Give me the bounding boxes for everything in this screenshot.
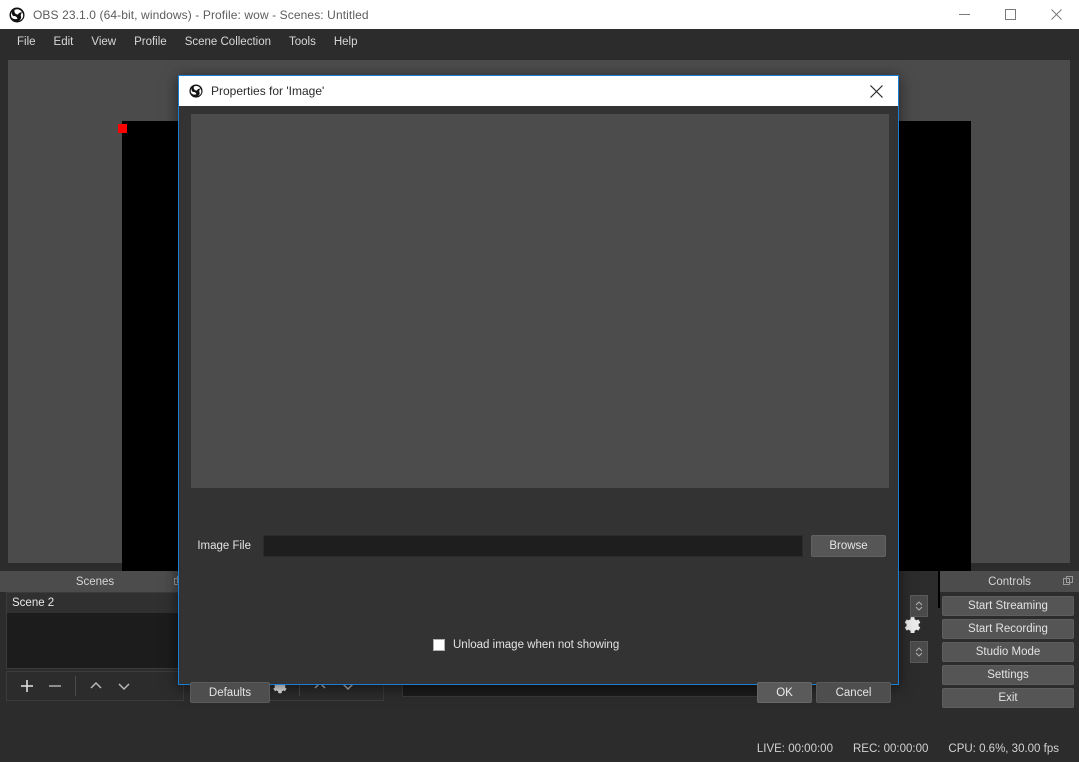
menubar: File Edit View Profile Scene Collection …	[0, 29, 1079, 54]
obs-logo-icon	[9, 7, 25, 23]
studio-mode-button[interactable]: Studio Mode	[942, 642, 1074, 662]
image-file-input[interactable]	[263, 535, 803, 557]
menu-view[interactable]: View	[82, 33, 125, 51]
browse-button[interactable]: Browse	[811, 535, 886, 557]
app-titlebar: OBS 23.1.0 (64-bit, windows) - Profile: …	[0, 0, 1079, 29]
rec-timer: REC: 00:00:00	[852, 743, 929, 755]
dialog-body: Image File Browse Unload image when not …	[179, 106, 898, 703]
maximize-icon[interactable]	[987, 0, 1033, 29]
minimize-icon[interactable]	[941, 0, 987, 29]
controls-dock-title-label: Controls	[988, 575, 1031, 588]
unload-image-checkbox-row[interactable]: Unload image when not showing	[433, 639, 619, 651]
image-file-label: Image File	[197, 540, 251, 552]
menu-tools[interactable]: Tools	[280, 33, 325, 51]
gear-icon[interactable]	[902, 615, 922, 640]
move-scene-up-button[interactable]	[82, 673, 110, 699]
scenes-dock-title: Scenes	[0, 571, 190, 592]
add-scene-button[interactable]	[13, 673, 41, 699]
properties-dialog: Properties for 'Image' Image File Browse…	[178, 75, 899, 703]
start-streaming-button[interactable]: Start Streaming	[942, 596, 1074, 616]
dialog-title: Properties for 'Image'	[211, 84, 325, 98]
ok-button[interactable]: OK	[757, 682, 812, 703]
controls-dock: Controls Start Streaming Start Recording…	[940, 571, 1079, 734]
statusbar: LIVE: 00:00:00 REC: 00:00:00 CPU: 0.6%, …	[0, 736, 1079, 762]
scenes-list[interactable]: Scene 2	[6, 592, 184, 669]
window-controls	[941, 0, 1079, 29]
properties-preview-panel	[191, 114, 889, 488]
controls-dock-title: Controls	[940, 571, 1079, 592]
float-dock-icon[interactable]	[1063, 576, 1073, 589]
dialog-titlebar: Properties for 'Image'	[179, 76, 898, 106]
toolbar-divider	[75, 676, 76, 696]
transition-duration-spinner[interactable]	[910, 595, 928, 617]
unload-image-label: Unload image when not showing	[453, 639, 620, 651]
live-timer: LIVE: 00:00:00	[756, 743, 833, 755]
cancel-button[interactable]: Cancel	[816, 682, 891, 703]
image-file-row: Image File Browse	[191, 535, 889, 557]
scenes-toolbar	[6, 671, 184, 701]
unload-image-checkbox[interactable]	[433, 639, 445, 651]
defaults-button[interactable]: Defaults	[190, 682, 270, 703]
menu-edit[interactable]: Edit	[45, 33, 83, 51]
close-icon[interactable]	[854, 77, 898, 106]
move-scene-down-button[interactable]	[110, 673, 138, 699]
remove-scene-button[interactable]	[41, 673, 69, 699]
menu-file[interactable]: File	[8, 33, 45, 51]
menu-help[interactable]: Help	[325, 33, 367, 51]
obs-logo-icon	[189, 84, 203, 98]
menu-profile[interactable]: Profile	[125, 33, 176, 51]
menu-scene-collection[interactable]: Scene Collection	[176, 33, 280, 51]
close-icon[interactable]	[1033, 0, 1079, 29]
exit-button[interactable]: Exit	[942, 688, 1074, 708]
list-item[interactable]: Scene 2	[7, 593, 183, 613]
start-recording-button[interactable]: Start Recording	[942, 619, 1074, 639]
settings-button[interactable]: Settings	[942, 665, 1074, 685]
scenes-dock: Scenes Scene 2	[0, 571, 190, 734]
app-title: OBS 23.1.0 (64-bit, windows) - Profile: …	[33, 7, 369, 22]
selection-handle-top-left[interactable]	[118, 124, 127, 133]
scenes-dock-title-label: Scenes	[75, 575, 115, 588]
cpu-status: CPU: 0.6%, 30.00 fps	[948, 743, 1059, 755]
transition-order-spinner[interactable]	[910, 641, 928, 663]
